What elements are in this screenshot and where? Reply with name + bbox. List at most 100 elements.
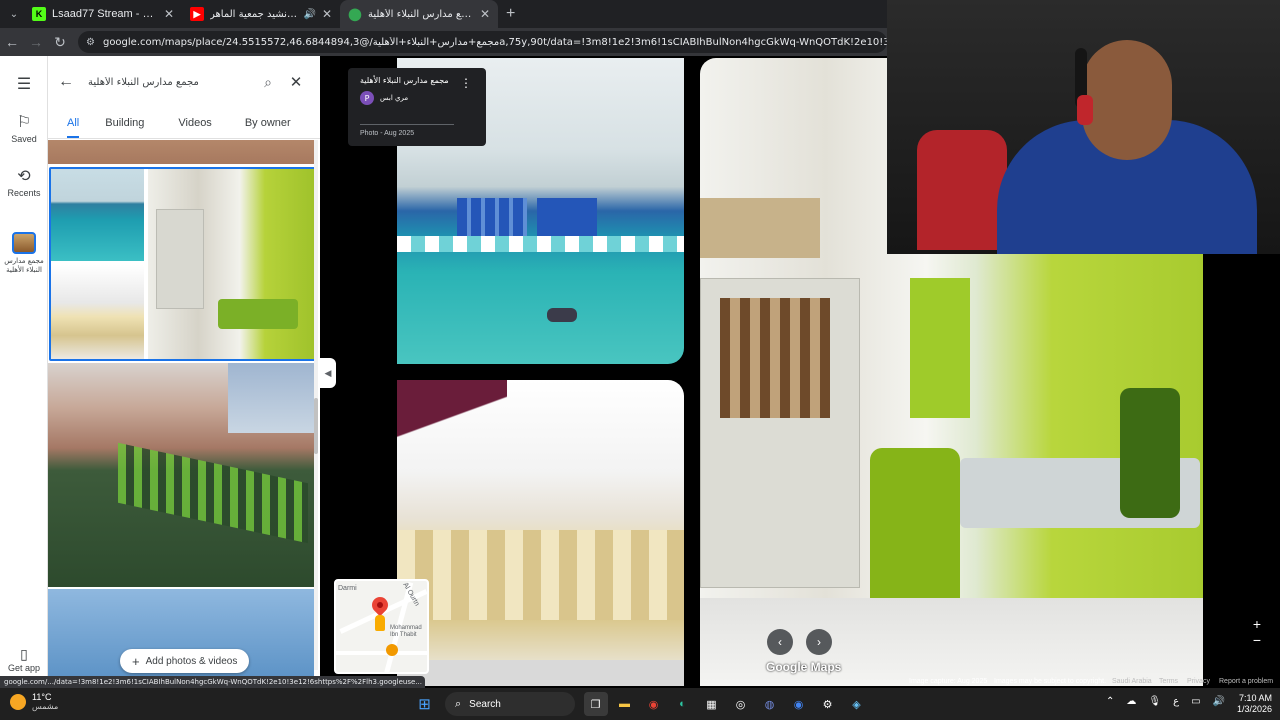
obs-icon[interactable]: ◎ [729, 692, 753, 716]
tab-title: مجمع مدارس النبلاء الأهلية - Google Maps [368, 8, 474, 20]
screen: ⌄ K Lsaad77 Stream - Kick Dashboard ✕ ▶ … [0, 0, 1280, 720]
url-bar[interactable]: ⚙ google.com/maps/place/مجمع+مدارس+النبل… [78, 31, 887, 53]
zoom-in-icon[interactable]: + [1248, 616, 1266, 632]
photo-filter-tabs: All Building Videos By owner [48, 112, 320, 138]
tab-videos[interactable]: Videos [178, 112, 211, 138]
tab-strip: ⌄ K Lsaad77 Stream - Kick Dashboard ✕ ▶ … [0, 0, 887, 28]
microphone-icon[interactable]: 🎙 [1148, 696, 1161, 707]
hall-photo[interactable] [397, 380, 684, 686]
windows-start-icon[interactable]: ⊞ [413, 692, 437, 716]
saved-label: Saved [11, 134, 37, 144]
close-icon[interactable]: ✕ [480, 7, 490, 21]
recent-place-button[interactable]: مجمع مدارس النبلاء الأهلية [0, 232, 48, 275]
pegman-icon[interactable] [375, 615, 385, 631]
address-toolbar: ← → ↻ ⚙ google.com/maps/place/مجمع+مدارس… [0, 28, 887, 56]
search-label: Search [469, 698, 501, 710]
speaker-icon[interactable]: 🔊 [303, 9, 315, 20]
minimap[interactable]: Darmi Al Ourtn Mohammad Ibn Thabit [334, 579, 429, 674]
tab-kick[interactable]: K Lsaad77 Stream - Kick Dashboard ✕ [24, 0, 182, 28]
place-name: مجمع مدارس النبلاء الأهلية [360, 76, 449, 85]
webcam-overlay [887, 0, 1280, 254]
country-label: Saudi Arabia [1112, 678, 1152, 685]
copyright-note: Images may be subject to copyright. [994, 678, 1107, 685]
scrollbar-thumb[interactable] [314, 398, 318, 454]
divider [48, 138, 320, 139]
photo-thumbnail[interactable] [48, 140, 314, 164]
search-icon[interactable]: ⌕ [254, 74, 282, 91]
back-arrow-icon[interactable]: ← [0, 34, 24, 50]
maps-icon: ⬤ [348, 7, 362, 21]
chevron-up-icon[interactable]: ⌃ [1106, 696, 1114, 707]
add-photos-label: Add photos & videos [145, 655, 238, 667]
next-photo-button[interactable]: › [806, 629, 832, 655]
network-icon[interactable]: ▭ [1191, 696, 1200, 707]
task-view-icon[interactable]: ❐ [583, 692, 608, 716]
site-info-icon[interactable]: ⚙ [86, 37, 95, 48]
steam-icon[interactable]: ◈ [845, 692, 869, 716]
discord-icon[interactable]: ◍ [758, 692, 782, 716]
menu-button[interactable]: ☰ [0, 74, 48, 96]
new-tab-icon[interactable]: + [506, 5, 515, 23]
photo-info-card: مجمع مدارس النبلاء الأهلية ⋮ P مري ابس P… [348, 68, 486, 146]
photo-date: Photo - Aug 2025 [360, 130, 415, 137]
selected-photo-group [49, 167, 317, 361]
tab-all[interactable]: All [67, 112, 80, 138]
saved-button[interactable]: ⚐ Saved [0, 112, 48, 144]
panel-scrollbar[interactable] [314, 140, 318, 670]
contributor[interactable]: P مري ابس [360, 91, 474, 105]
onedrive-icon[interactable]: ☁ [1126, 696, 1136, 707]
photos-panel: ← ⌕ ✕ All Building Videos By owner [48, 56, 320, 676]
settings-icon[interactable]: ⚙ [816, 692, 840, 716]
system-tray: ⌃ ☁ 🎙 ع ▭ 🔊 [1100, 696, 1231, 707]
contributor-name: مري ابس [380, 94, 409, 102]
more-options-icon[interactable]: ⋮ [460, 76, 472, 90]
back-arrow-icon[interactable]: ← [58, 73, 88, 91]
get-app-button[interactable]: ▯ Get app [0, 646, 48, 673]
store-icon[interactable]: ▦ [700, 692, 724, 716]
pin-center [377, 602, 383, 608]
close-icon[interactable]: ✕ [282, 73, 310, 91]
previous-photo-button[interactable]: ‹ [767, 629, 793, 655]
add-photos-button[interactable]: + Add photos & videos [120, 649, 250, 673]
recents-button[interactable]: ⟲ Recents [0, 166, 48, 198]
tab-by-owner[interactable]: By owner [245, 112, 291, 138]
tab-google-maps[interactable]: ⬤ مجمع مدارس النبلاء الأهلية - Google Ma… [340, 0, 498, 28]
restaurant-icon [386, 644, 398, 656]
tab-building[interactable]: Building [105, 112, 144, 138]
url-text: google.com/maps/place/مجمع+مدارس+النبلاء… [102, 36, 887, 48]
edge-icon[interactable]: ◐ [671, 692, 695, 716]
zoom-controls: + − [1248, 616, 1266, 648]
clock[interactable]: 7:10 AM 1/3/2026 [1228, 693, 1272, 715]
close-icon[interactable]: ✕ [322, 7, 332, 21]
collapse-panel-button[interactable]: ◀ [320, 358, 336, 388]
google-maps-logo: Google Maps [766, 660, 842, 674]
photo-thumbnail-football[interactable] [48, 363, 314, 587]
volume-icon[interactable]: 🔊 [1213, 696, 1225, 707]
weather-widget[interactable]: 11°C مشمس [10, 692, 58, 712]
terms-link[interactable]: Terms [1159, 678, 1178, 688]
windows-taskbar: 11°C مشمس ⊞ ⌕ Search ❐ ▬ ◉ ◐ ▦ ◎ ◍ ◉ ⚙ ◈… [0, 688, 1280, 720]
maps-left-rail: ☰ ⚐ Saved ⟲ Recents مجمع مدارس النبلاء ا… [0, 56, 48, 676]
tab-youtube[interactable]: ▶ الماهر " | نشيد جمعية الماهر 🔊 ✕ [182, 0, 340, 28]
chrome-icon[interactable]: ◉ [642, 692, 666, 716]
reload-icon[interactable]: ↻ [48, 34, 72, 51]
sun-icon [10, 694, 26, 710]
close-icon[interactable]: ✕ [164, 7, 174, 21]
search-input[interactable] [88, 76, 254, 88]
tab-search-chevron-icon[interactable]: ⌄ [4, 4, 24, 24]
temperature: 11°C [32, 692, 52, 702]
forward-arrow-icon[interactable]: → [24, 34, 48, 50]
street-label: Mohammad Ibn Thabit [390, 625, 422, 638]
privacy-link[interactable]: Privacy [1187, 678, 1210, 688]
taskbar-search[interactable]: ⌕ Search [445, 692, 575, 716]
report-problem-link[interactable]: Report a problem [1219, 678, 1273, 688]
plus-icon: + [132, 653, 140, 669]
chrome-active-icon[interactable]: ◉ [787, 692, 811, 716]
place-thumbnail [12, 232, 36, 254]
file-explorer-icon[interactable]: ▬ [613, 692, 637, 716]
language-indicator[interactable]: ع [1173, 696, 1179, 707]
search-icon: ⌕ [455, 697, 462, 710]
recent-place-label: مجمع مدارس النبلاء الأهلية [4, 257, 44, 274]
zoom-out-icon[interactable]: − [1248, 632, 1266, 648]
get-app-label: Get app [7, 663, 41, 673]
